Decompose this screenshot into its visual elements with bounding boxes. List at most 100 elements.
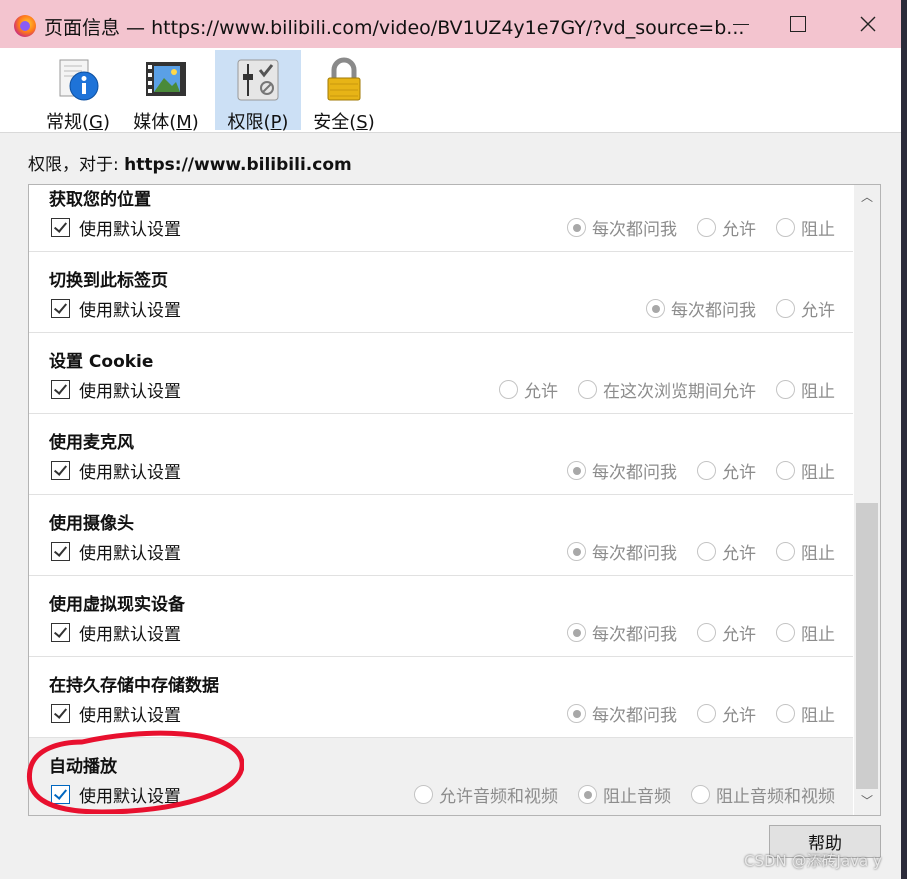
radio-icon: [697, 623, 716, 642]
checkbox-checked-icon: [51, 623, 70, 642]
checkbox-checked-icon: [51, 542, 70, 561]
permission-radio-option[interactable]: 阻止音频: [578, 782, 671, 807]
use-default-checkbox[interactable]: 使用默认设置: [51, 377, 181, 402]
permission-radio-option[interactable]: 允许: [776, 296, 835, 321]
permission-radio-option[interactable]: 阻止: [776, 458, 835, 483]
permission-radio-option[interactable]: 阻止: [776, 215, 835, 240]
use-default-checkbox[interactable]: 使用默认设置: [51, 782, 181, 807]
radio-label: 阻止音频和视频: [716, 787, 835, 807]
radio-label: 允许: [801, 301, 835, 321]
radio-label: 阻止: [801, 544, 835, 564]
permission-options: 每次都问我 允许 阻止: [547, 458, 835, 483]
radio-label: 允许: [722, 706, 756, 726]
radio-label: 每次都问我: [592, 220, 677, 240]
radio-icon: [567, 704, 586, 723]
permissions-for-label: 权限，对于: https://www.bilibili.com: [28, 150, 352, 175]
radio-icon: [567, 461, 586, 480]
radio-label: 每次都问我: [671, 301, 756, 321]
tab-permissions-label-tail: ): [281, 112, 289, 133]
permission-radio-option[interactable]: 阻止: [776, 539, 835, 564]
tab-permissions[interactable]: 权限(P): [215, 50, 301, 133]
checkbox-checked-icon: [51, 785, 70, 804]
permission-options: 每次都问我 允许 阻止: [547, 215, 835, 240]
use-default-checkbox[interactable]: 使用默认设置: [51, 539, 181, 564]
title-bar[interactable]: 页面信息 — https://www.bilibili.com/video/BV…: [0, 0, 901, 48]
radio-icon: [691, 785, 710, 804]
tab-security-label: 安全(: [313, 112, 357, 133]
checkbox-checked-icon: [51, 218, 70, 237]
permission-radio-option[interactable]: 允许: [697, 458, 756, 483]
radio-label: 允许: [722, 625, 756, 645]
radio-icon: [697, 461, 716, 480]
permission-radio-option[interactable]: 每次都问我: [646, 296, 756, 321]
scroll-down-icon[interactable]: ﹀: [861, 795, 873, 807]
permission-name: 获取您的位置: [49, 190, 151, 210]
radio-label: 阻止: [801, 463, 835, 483]
permission-radio-option[interactable]: 在这次浏览期间允许: [578, 377, 756, 402]
permission-radio-option[interactable]: 允许: [499, 377, 558, 402]
use-default-label: 使用默认设置: [79, 706, 181, 726]
permission-radio-option[interactable]: 每次都问我: [567, 215, 677, 240]
csdn-watermark: CSDN @添砖Java y: [744, 852, 882, 870]
permission-name: 使用虚拟现实设备: [49, 595, 185, 615]
tab-general-label: 常规(: [45, 112, 90, 133]
permission-radio-option[interactable]: 每次都问我: [567, 539, 677, 564]
use-default-label: 使用默认设置: [79, 382, 181, 402]
tab-security[interactable]: 安全(S): [308, 50, 380, 133]
use-default-label: 使用默认设置: [79, 463, 181, 483]
close-button[interactable]: [838, 0, 898, 48]
permission-radio-option[interactable]: 允许: [697, 215, 756, 240]
tab-general-label-tail: ): [102, 112, 110, 133]
scroll-up-icon[interactable]: ︿: [861, 191, 873, 203]
use-default-checkbox[interactable]: 使用默认设置: [51, 620, 181, 645]
tab-media-label-tail: ): [191, 112, 199, 133]
use-default-checkbox[interactable]: 使用默认设置: [51, 701, 181, 726]
permission-options: 每次都问我 允许 阻止: [547, 701, 835, 726]
permissions-list[interactable]: 获取您的位置 使用默认设置 每次都问我 允许 阻止 切换到此标签页 使用默认设置 每次…: [28, 184, 881, 816]
tab-general[interactable]: 常规(G): [42, 50, 114, 133]
permission-radio-option[interactable]: 阻止: [776, 701, 835, 726]
permission-radio-option[interactable]: 允许: [697, 620, 756, 645]
permissions-scrollbar[interactable]: ︿ ﹀: [854, 185, 880, 815]
radio-icon: [414, 785, 433, 804]
permission-radio-option[interactable]: 阻止音频和视频: [691, 782, 835, 807]
permission-row: 获取您的位置 使用默认设置 每次都问我 允许 阻止: [29, 185, 853, 252]
permission-radio-option[interactable]: 每次都问我: [567, 620, 677, 645]
radio-label: 允许: [524, 382, 558, 402]
radio-icon: [567, 542, 586, 561]
firefox-logo-icon: [14, 15, 36, 37]
maximize-button[interactable]: [768, 0, 828, 48]
radio-label: 阻止音频: [603, 787, 671, 807]
use-default-checkbox[interactable]: 使用默认设置: [51, 458, 181, 483]
permission-radio-option[interactable]: 阻止: [776, 620, 835, 645]
radio-icon: [776, 380, 795, 399]
minimize-icon: [733, 23, 749, 25]
tab-media-label: 媒体(: [133, 112, 177, 133]
minimize-button[interactable]: [711, 0, 771, 48]
permission-radio-option[interactable]: 允许: [697, 701, 756, 726]
permission-radio-option[interactable]: 允许音频和视频: [414, 782, 558, 807]
radio-icon: [776, 704, 795, 723]
radio-icon: [776, 461, 795, 480]
permission-options: 每次都问我 允许: [626, 296, 835, 321]
permissions-site: https://www.bilibili.com: [124, 155, 352, 175]
permission-radio-option[interactable]: 允许: [697, 539, 756, 564]
permission-row: 使用摄像头 使用默认设置 每次都问我 允许 阻止: [29, 495, 853, 576]
permission-row: 使用麦克风 使用默认设置 每次都问我 允许 阻止: [29, 414, 853, 495]
page-info-dialog: 页面信息 — https://www.bilibili.com/video/BV…: [0, 0, 901, 879]
permission-radio-option[interactable]: 每次都问我: [567, 458, 677, 483]
permissions-for-prefix: 权限，对于:: [28, 155, 125, 175]
permission-row: 自动播放 使用默认设置 允许音频和视频 阻止音频 阻止音频和视频: [29, 738, 853, 815]
use-default-checkbox[interactable]: 使用默认设置: [51, 296, 181, 321]
tab-media-accesskey: M: [176, 112, 192, 133]
permission-radio-option[interactable]: 每次都问我: [567, 701, 677, 726]
permissions-icon: [234, 56, 282, 104]
tab-media[interactable]: 媒体(M): [130, 50, 202, 133]
scrollbar-thumb[interactable]: [856, 503, 878, 789]
radio-icon: [646, 299, 665, 318]
permission-radio-option[interactable]: 阻止: [776, 377, 835, 402]
use-default-checkbox[interactable]: 使用默认设置: [51, 215, 181, 240]
radio-icon: [578, 380, 597, 399]
permission-row: 在持久存储中存储数据 使用默认设置 每次都问我 允许 阻止: [29, 657, 853, 738]
radio-label: 每次都问我: [592, 706, 677, 726]
